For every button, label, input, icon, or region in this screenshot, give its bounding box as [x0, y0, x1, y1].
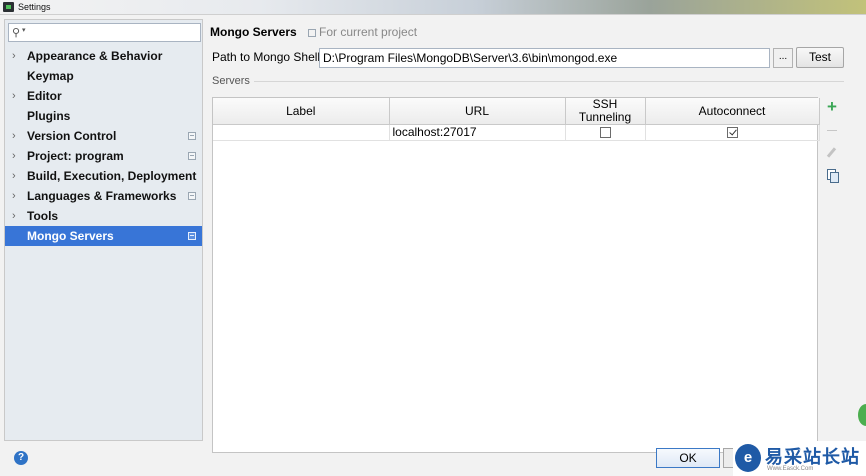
settings-search-box[interactable]: ⚲ ▾	[8, 23, 201, 42]
sidebar-item-tools[interactable]: › Tools	[5, 206, 202, 226]
column-header-url[interactable]: URL	[389, 98, 566, 125]
project-scope-icon	[188, 192, 196, 200]
table-header-row: Label URL SSH Tunneling Autoconnect	[213, 98, 820, 125]
settings-sidebar: ⚲ ▾ › Appearance & Behavior Keymap › Edi…	[4, 19, 203, 441]
sidebar-item-languages-frameworks[interactable]: › Languages & Frameworks	[5, 186, 202, 206]
column-header-label[interactable]: Label	[213, 98, 390, 125]
mongo-shell-path-label: Path to Mongo Shell:	[212, 50, 324, 64]
servers-section-label: Servers	[212, 75, 250, 87]
copy-icon[interactable]	[824, 168, 840, 184]
sidebar-item-project[interactable]: › Project: program	[5, 146, 202, 166]
add-icon[interactable]: +	[824, 98, 840, 115]
watermark: e 易采站长站 Www.Easck.Com	[733, 441, 866, 476]
sidebar-item-label: Keymap	[27, 69, 74, 83]
watermark-subtext: Www.Easck.Com	[767, 466, 814, 472]
test-button[interactable]: Test	[796, 47, 844, 68]
sidebar-item-mongo-servers[interactable]: Mongo Servers	[5, 226, 202, 246]
sidebar-item-label: Editor	[27, 89, 62, 103]
sidebar-item-label: Version Control	[27, 129, 117, 143]
servers-table: Label URL SSH Tunneling Autoconnect loca…	[212, 97, 820, 453]
cell-ssh-tunneling	[565, 124, 646, 141]
project-scope-icon	[308, 29, 316, 37]
table-row[interactable]: localhost:27017	[213, 124, 820, 141]
cell-autoconnect	[645, 124, 820, 141]
help-icon[interactable]: ?	[14, 451, 28, 465]
app-icon	[3, 2, 14, 12]
chevron-right-icon[interactable]: ›	[12, 186, 16, 206]
chevron-right-icon[interactable]: ›	[12, 126, 16, 146]
project-scope-icon	[188, 232, 196, 240]
chevron-right-icon[interactable]: ›	[12, 46, 16, 66]
search-input[interactable]	[31, 25, 199, 40]
sidebar-item-editor[interactable]: › Editor	[5, 86, 202, 106]
cell-label[interactable]	[213, 124, 390, 141]
sidebar-item-appearance-behavior[interactable]: › Appearance & Behavior	[5, 46, 202, 66]
chevron-right-icon[interactable]: ›	[12, 206, 16, 226]
project-scope-icon	[188, 132, 196, 140]
window-title: Settings	[18, 2, 51, 12]
cell-url[interactable]: localhost:27017	[389, 124, 566, 141]
browse-button[interactable]: ...	[773, 48, 793, 68]
sidebar-item-keymap[interactable]: Keymap	[5, 66, 202, 86]
chevron-down-icon: ▾	[22, 27, 26, 34]
watermark-logo: e	[735, 444, 761, 472]
sidebar-item-label: Tools	[27, 209, 59, 223]
ssh-tunneling-checkbox[interactable]	[599, 127, 611, 138]
sidebar-item-plugins[interactable]: Plugins	[5, 106, 202, 126]
sidebar-item-label: Languages & Frameworks	[27, 189, 177, 203]
settings-nav-tree: › Appearance & Behavior Keymap › Editor …	[5, 46, 202, 246]
ok-button[interactable]: OK	[656, 448, 720, 468]
sidebar-item-label: Build, Execution, Deployment	[27, 169, 197, 183]
sidebar-item-label: Plugins	[27, 109, 71, 123]
settings-dialog: ⚲ ▾ › Appearance & Behavior Keymap › Edi…	[0, 14, 866, 476]
chevron-right-icon[interactable]: ›	[12, 86, 16, 106]
search-icon: ⚲	[12, 27, 21, 39]
sidebar-item-label: Mongo Servers	[27, 229, 114, 243]
scope-label: For current project	[319, 25, 418, 39]
sidebar-item-version-control[interactable]: › Version Control	[5, 126, 202, 146]
project-scope-icon	[188, 152, 196, 160]
autoconnect-checkbox[interactable]	[726, 127, 738, 138]
mongo-shell-path-field[interactable]	[319, 48, 770, 68]
remove-icon[interactable]	[824, 122, 840, 138]
page-title: Mongo Servers	[210, 25, 297, 39]
title-bar: Settings	[0, 0, 866, 14]
edit-icon[interactable]	[824, 145, 840, 161]
sidebar-item-label: Appearance & Behavior	[27, 49, 163, 63]
column-header-autoconnect[interactable]: Autoconnect	[645, 98, 820, 125]
column-header-ssh-tunneling[interactable]: SSH Tunneling	[565, 98, 646, 125]
sidebar-item-label: Project: program	[27, 149, 124, 163]
section-divider	[254, 81, 844, 82]
chevron-right-icon[interactable]: ›	[12, 166, 16, 186]
scope-note: For current project	[308, 25, 417, 39]
chevron-right-icon[interactable]: ›	[12, 146, 16, 166]
sidebar-item-build-execution-deployment[interactable]: › Build, Execution, Deployment	[5, 166, 202, 186]
